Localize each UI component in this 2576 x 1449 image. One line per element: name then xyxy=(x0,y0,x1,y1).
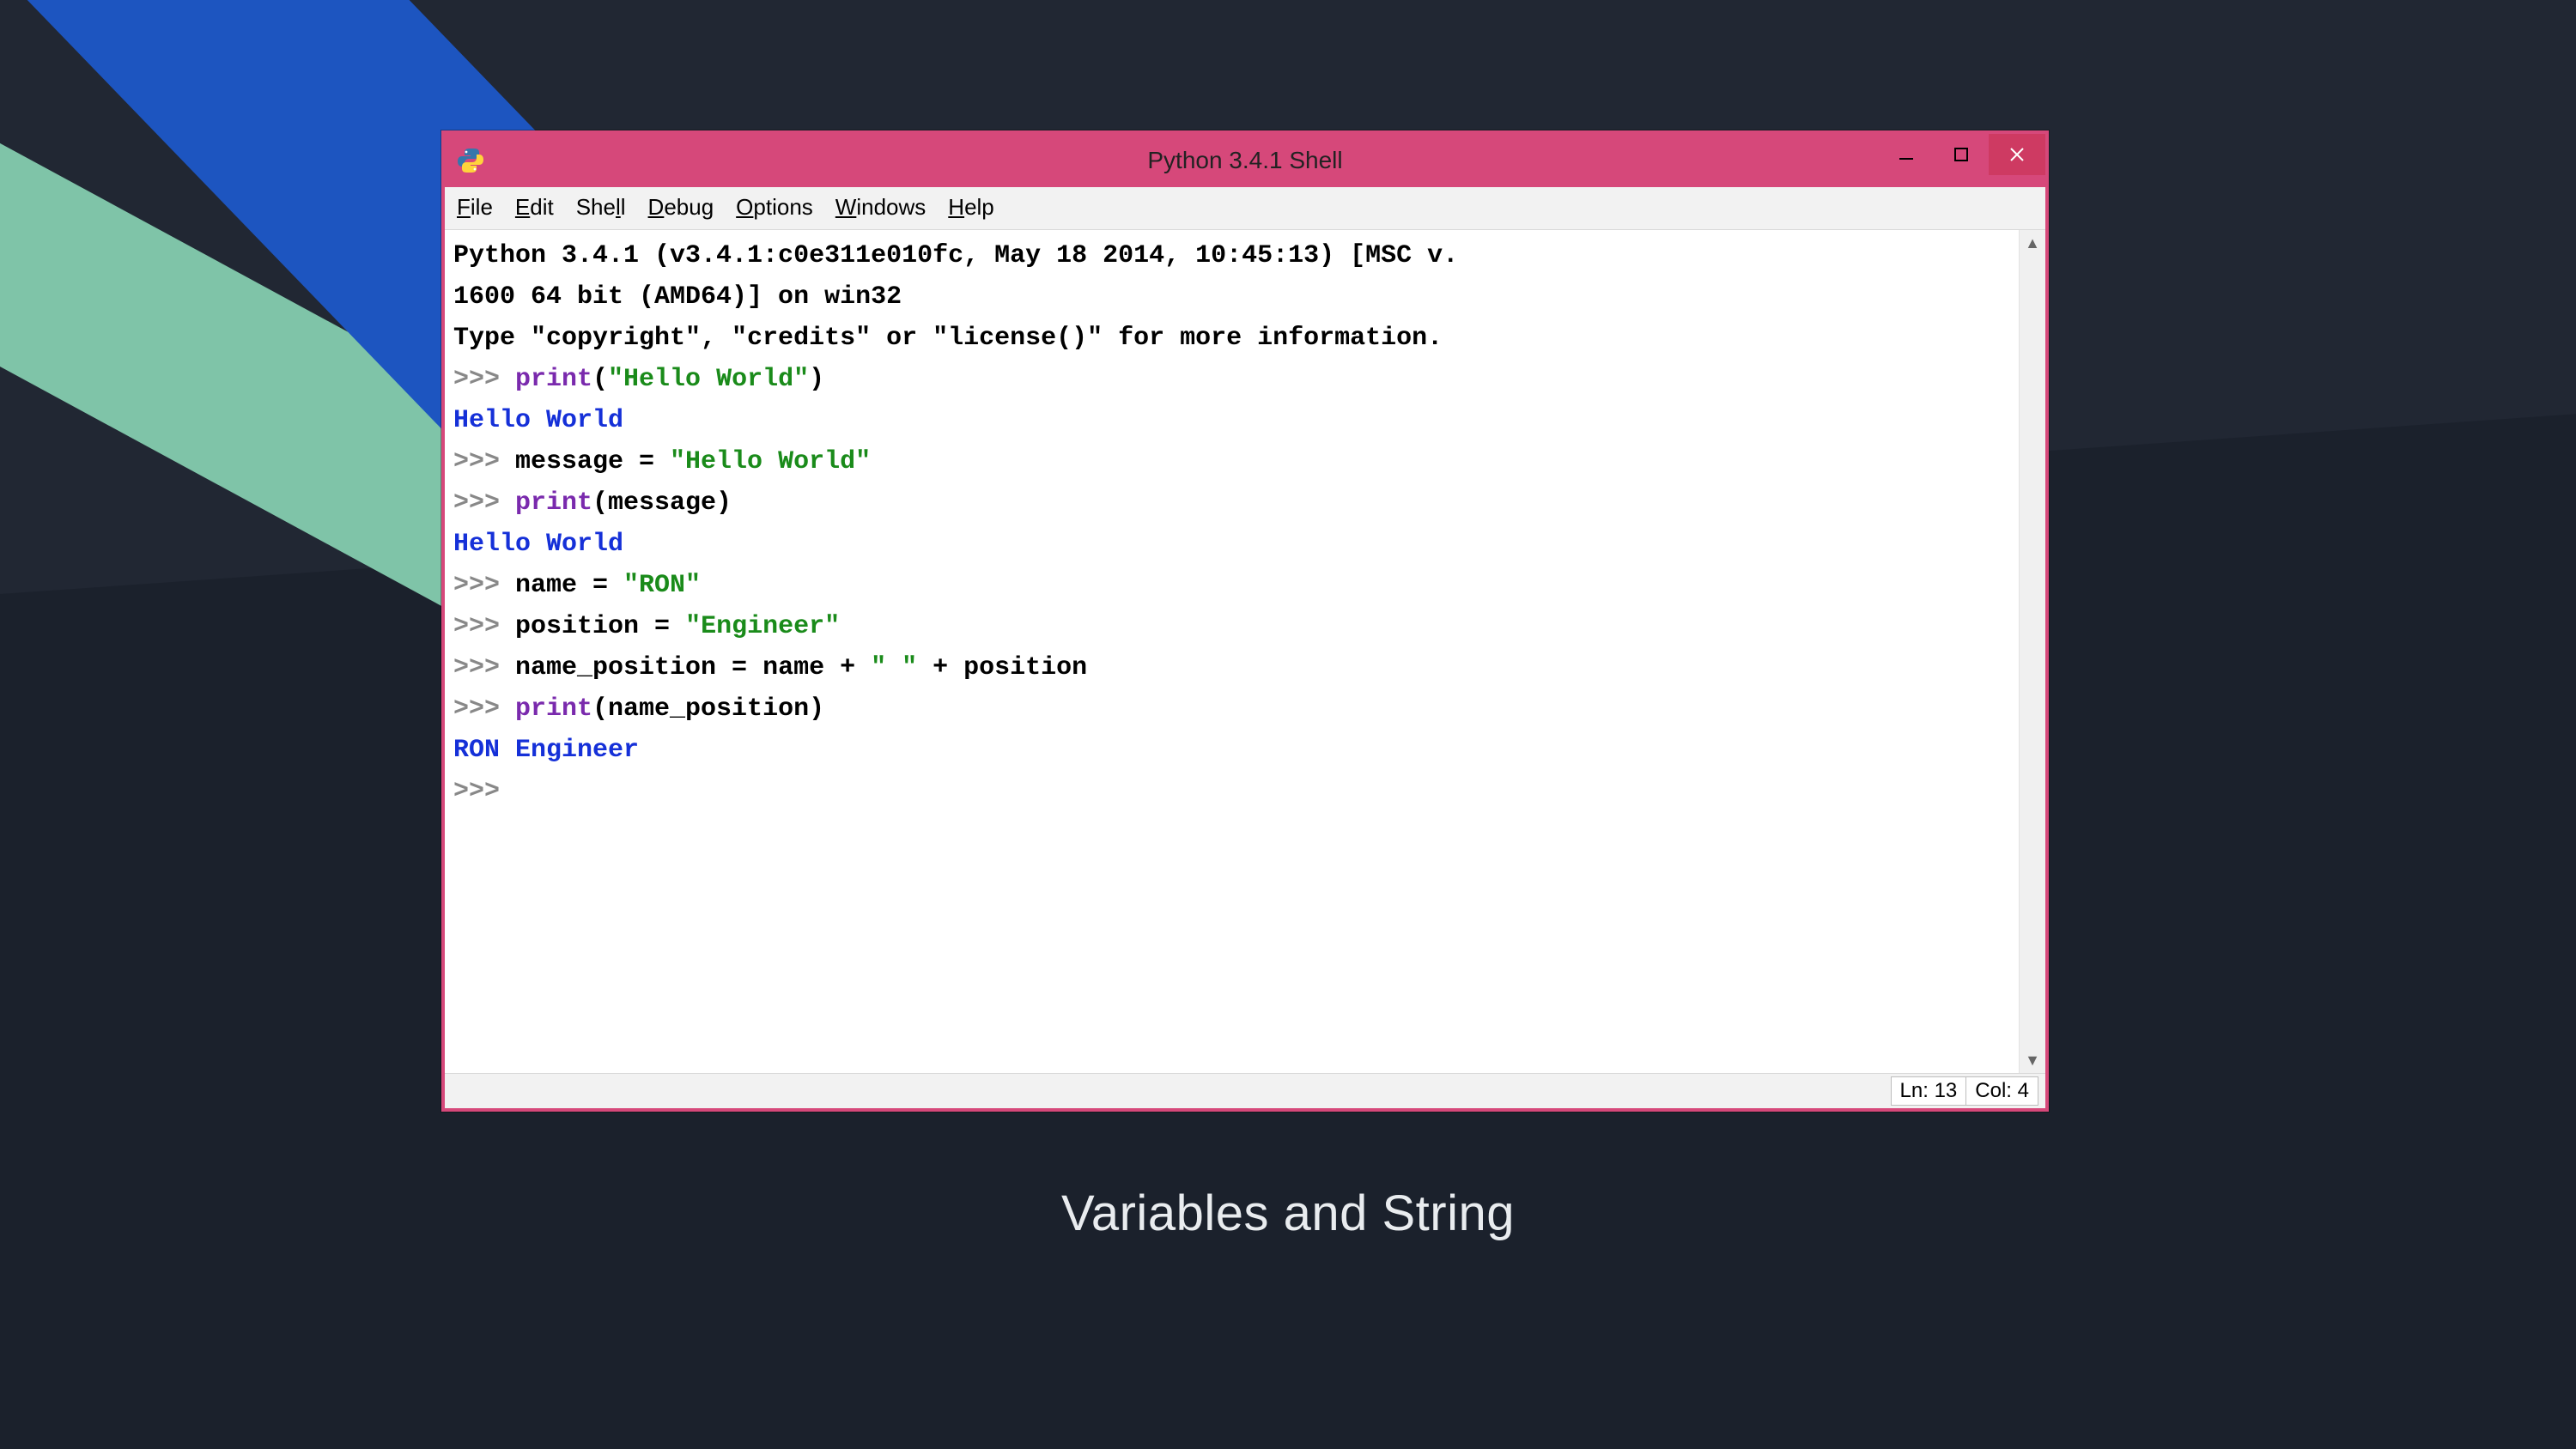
shell-token: ( xyxy=(592,365,608,394)
python-shell-window: Python 3.4.1 Shell File Edit Shell Debug… xyxy=(441,130,2049,1112)
shell-line: 1600 64 bit (AMD64)] on win32 xyxy=(453,282,902,312)
shell-token: " " xyxy=(871,653,917,682)
window-titlebar[interactable]: Python 3.4.1 Shell xyxy=(445,134,2045,187)
menu-options[interactable]: Options xyxy=(736,194,813,221)
menu-debug[interactable]: Debug xyxy=(648,194,714,221)
shell-line: Python 3.4.1 (v3.4.1:c0e311e010fc, May 1… xyxy=(453,241,1458,270)
window-client-area: Python 3.4.1 (v3.4.1:c0e311e010fc, May 1… xyxy=(445,230,2045,1073)
slide: Python 3.4.1 Shell File Edit Shell Debug… xyxy=(0,0,2576,1449)
minimize-button[interactable] xyxy=(1879,134,1934,175)
shell-output: Hello World xyxy=(453,530,623,559)
shell-prompt: >>> xyxy=(453,612,515,641)
shell-token: + position xyxy=(917,653,1087,682)
menu-shell[interactable]: Shell xyxy=(576,194,626,221)
shell-prompt: >>> xyxy=(453,653,515,682)
shell-token: "RON" xyxy=(623,571,701,600)
shell-prompt: >>> xyxy=(453,694,515,724)
shell-token: print xyxy=(515,694,592,724)
menubar: File Edit Shell Debug Options Windows He… xyxy=(445,187,2045,230)
status-column: Col: 4 xyxy=(1965,1076,2038,1106)
shell-token: (name_position) xyxy=(592,694,824,724)
shell-prompt: >>> xyxy=(453,571,515,600)
shell-token: ) xyxy=(809,365,824,394)
maximize-button[interactable] xyxy=(1934,134,1989,175)
shell-token: "Hello World" xyxy=(608,365,809,394)
shell-token: "Engineer" xyxy=(685,612,840,641)
shell-token: name = xyxy=(515,571,623,600)
shell-prompt: >>> xyxy=(453,447,515,476)
shell-prompt: >>> xyxy=(453,488,515,518)
shell-token: print xyxy=(515,365,592,394)
scroll-up-icon[interactable]: ▲ xyxy=(2020,230,2045,256)
window-title: Python 3.4.1 Shell xyxy=(445,147,2045,174)
shell-editor[interactable]: Python 3.4.1 (v3.4.1:c0e311e010fc, May 1… xyxy=(445,230,2019,1073)
shell-output: Hello World xyxy=(453,406,623,435)
menu-edit[interactable]: Edit xyxy=(515,194,554,221)
shell-output: RON Engineer xyxy=(453,736,639,765)
shell-token: position = xyxy=(515,612,685,641)
shell-prompt: >>> xyxy=(453,365,515,394)
shell-token: message = xyxy=(515,447,670,476)
menu-help[interactable]: Help xyxy=(948,194,993,221)
close-button[interactable] xyxy=(1989,134,2045,175)
status-line: Ln: 13 xyxy=(1891,1076,1967,1106)
shell-line: Type "copyright", "credits" or "license(… xyxy=(453,324,1443,353)
statusbar: Ln: 13 Col: 4 xyxy=(445,1073,2045,1108)
shell-token: print xyxy=(515,488,592,518)
shell-token: "Hello World" xyxy=(670,447,871,476)
window-system-buttons xyxy=(1879,134,2045,175)
vertical-scrollbar[interactable]: ▲ ▼ xyxy=(2019,230,2045,1073)
slide-caption: Variables and String xyxy=(0,1185,2576,1242)
scroll-down-icon[interactable]: ▼ xyxy=(2020,1047,2045,1073)
shell-token: (message) xyxy=(592,488,732,518)
shell-prompt: >>> xyxy=(453,777,515,806)
menu-file[interactable]: File xyxy=(457,194,493,221)
python-app-icon xyxy=(457,147,484,174)
shell-token: name_position = name + xyxy=(515,653,871,682)
menu-windows[interactable]: Windows xyxy=(835,194,926,221)
